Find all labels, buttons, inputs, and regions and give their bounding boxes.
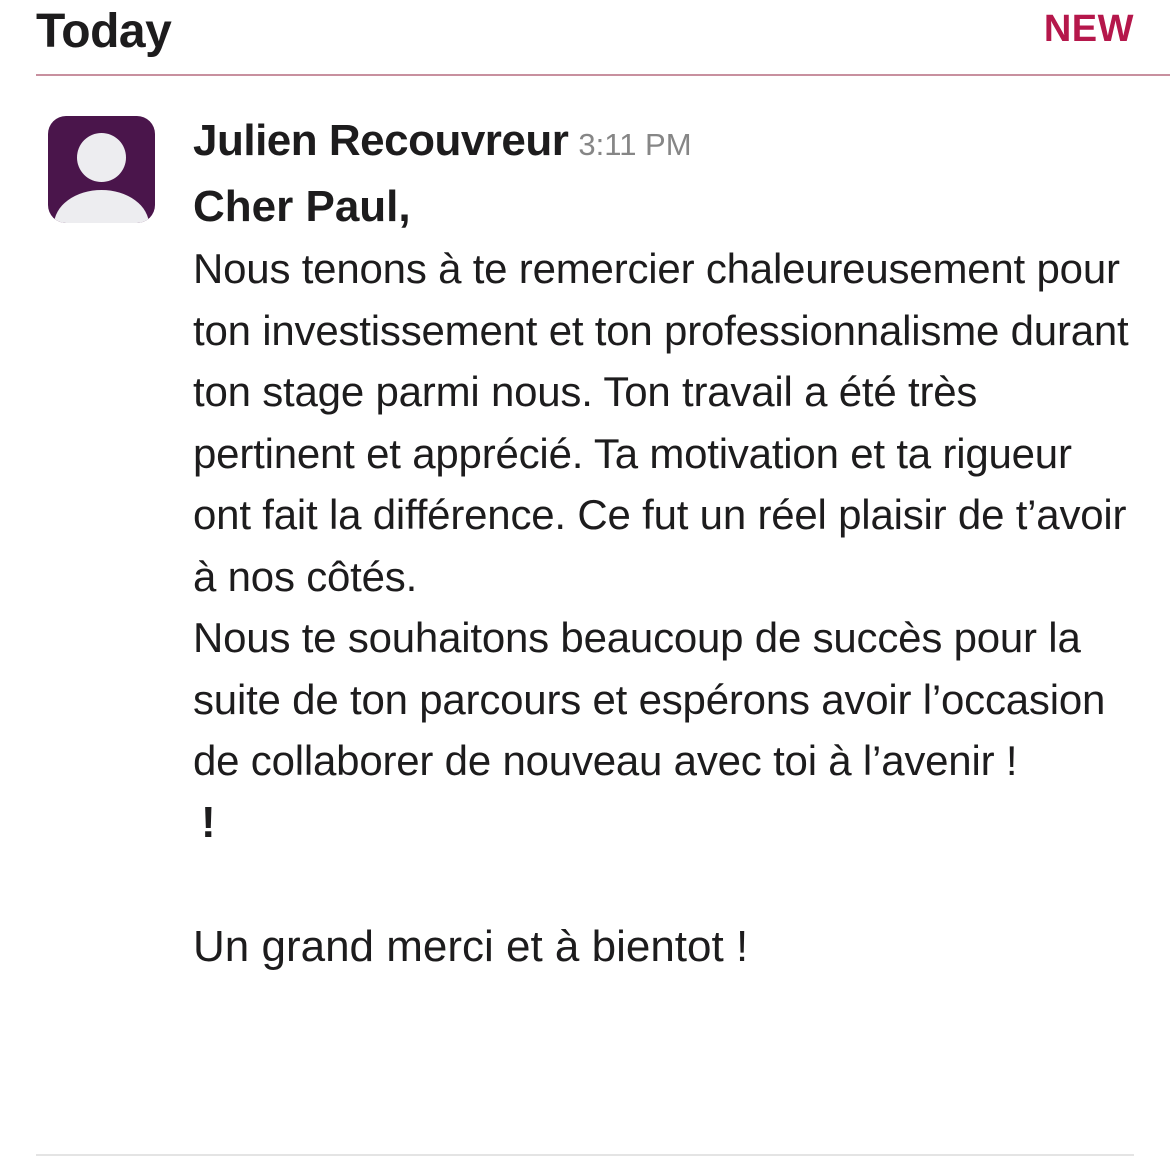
day-label: Today: [36, 5, 172, 58]
sender-name[interactable]: Julien Recouvreur: [193, 116, 569, 165]
default-user-avatar-icon[interactable]: [48, 116, 155, 223]
message-header: Julien Recouvreur 3:11 PM: [193, 116, 1133, 178]
message-paragraph-2: Nous te souhaitons beaucoup de succès po…: [193, 614, 1106, 784]
message-body: Nous tenons à te remercier chaleureuseme…: [193, 238, 1133, 792]
message-exclamation: !: [201, 797, 216, 847]
new-messages-badge: NEW: [1043, 8, 1134, 50]
message-timestamp[interactable]: 3:11 PM: [578, 127, 691, 162]
avatar-shoulders: [54, 190, 149, 223]
message-greeting: Cher Paul,: [193, 182, 411, 231]
day-divider: Today NEW: [36, 0, 1170, 76]
message-closing: Un grand merci et à bientot !: [193, 921, 749, 971]
message-content: Julien Recouvreur 3:11 PM Cher Paul, Nous…: [193, 116, 1133, 978]
new-messages-line: [36, 74, 1170, 76]
avatar-head: [77, 133, 126, 182]
message-paragraph-1: Nous tenons à te remercier chaleureuseme…: [193, 245, 1129, 600]
message-divider: [36, 1154, 1134, 1156]
